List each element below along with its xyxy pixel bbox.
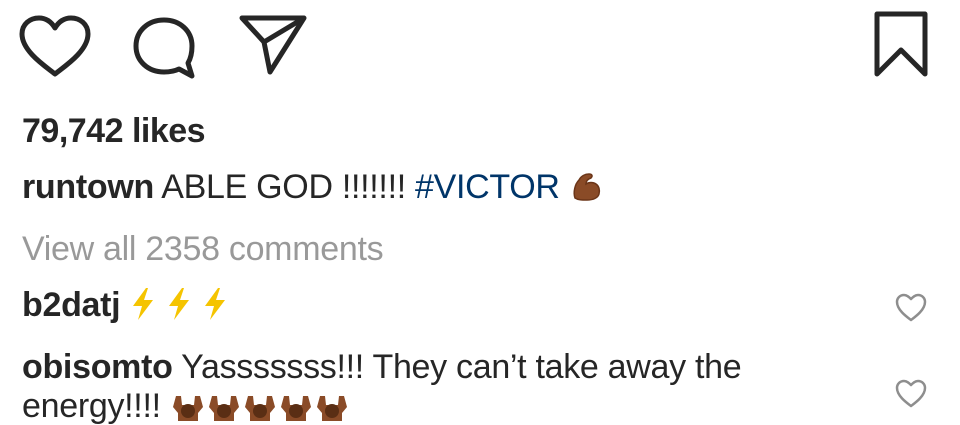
caption-username[interactable]: runtown <box>22 168 154 206</box>
high-voltage-icon <box>129 286 157 331</box>
raising-hands-person-icon <box>278 393 314 425</box>
comment-text-continued: energy!!!! <box>22 387 882 425</box>
comment-text: energy!!!! <box>22 387 161 425</box>
heart-icon[interactable] <box>894 292 928 324</box>
flexed-biceps-icon <box>569 170 603 213</box>
comment-username[interactable]: b2datj <box>22 286 121 324</box>
likes-count[interactable]: 79,742 likes <box>22 112 206 151</box>
view-all-comments-link[interactable]: View all 2358 comments <box>22 230 384 269</box>
high-voltage-icon <box>165 286 193 331</box>
caption: runtown ABLE GOD !!!!!!! #VICTOR <box>22 168 603 213</box>
heart-icon[interactable] <box>894 378 928 410</box>
raising-hands-person-icon <box>206 393 242 425</box>
raising-hands-person-icon <box>314 393 350 425</box>
caption-hashtag[interactable]: #VICTOR <box>415 168 560 206</box>
post-footer: 79,742 likes runtown ABLE GOD !!!!!!! #V… <box>0 0 960 425</box>
caption-text: ABLE GOD !!!!!!! <box>161 168 416 206</box>
comment-text: Yasssssss!!! They can’t take away the <box>181 348 742 386</box>
high-voltage-icon <box>201 286 229 331</box>
raising-hands-person-icon <box>242 393 278 425</box>
action-bar <box>0 0 960 100</box>
bookmark-icon[interactable] <box>872 10 930 78</box>
comment-icon[interactable] <box>130 14 200 80</box>
share-icon[interactable] <box>236 12 310 78</box>
comment-item: b2datj <box>22 286 237 331</box>
raising-hands-person-icon <box>170 393 206 425</box>
comment-item: obisomto Yasssssss!!! They can’t take aw… <box>22 348 882 425</box>
comment-username[interactable]: obisomto <box>22 348 173 386</box>
heart-icon[interactable] <box>18 14 92 80</box>
